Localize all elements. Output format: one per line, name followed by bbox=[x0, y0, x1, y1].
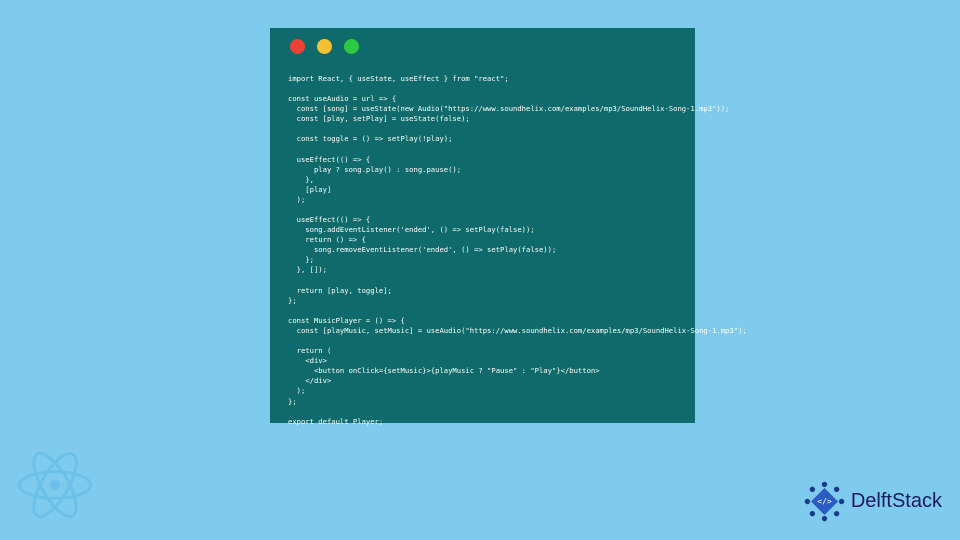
minimize-icon bbox=[317, 39, 332, 54]
brand-name: DelftStack bbox=[851, 490, 942, 513]
code-content: import React, { useState, useEffect } fr… bbox=[270, 64, 695, 437]
maximize-icon bbox=[344, 39, 359, 54]
svg-text:</>: </> bbox=[817, 496, 832, 506]
close-icon bbox=[290, 39, 305, 54]
react-watermark-icon bbox=[10, 445, 100, 530]
code-window: import React, { useState, useEffect } fr… bbox=[270, 28, 695, 423]
delftstack-logo-icon: </> bbox=[802, 479, 847, 524]
window-titlebar bbox=[270, 28, 695, 64]
brand-mark: </> DelftStack bbox=[802, 479, 942, 524]
